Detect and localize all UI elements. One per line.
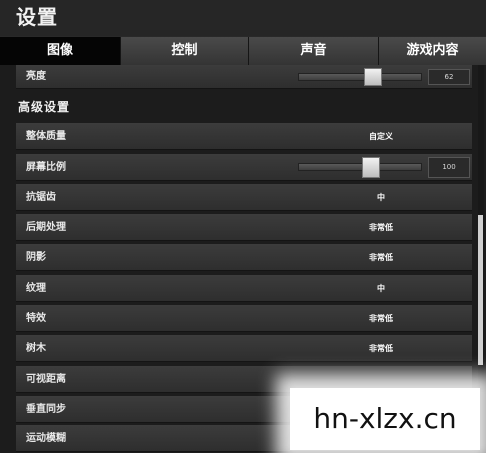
setting-value[interactable]: 非常低	[316, 335, 446, 362]
tab-label: 游戏内容	[406, 43, 459, 58]
scrollbar-thumb[interactable]	[478, 215, 483, 365]
setting-label: 后期处理	[26, 222, 66, 233]
tab-controls[interactable]: 控制	[120, 37, 248, 65]
setting-value[interactable]: 中	[316, 184, 446, 211]
brightness-value-box: 62	[428, 69, 470, 85]
section-title-advanced: 高级设置	[18, 100, 71, 114]
tab-bar: 图像 控制 声音 游戏内容	[0, 37, 486, 65]
tab-sound[interactable]: 声音	[248, 37, 378, 65]
setting-value[interactable]: 非常低	[316, 305, 446, 332]
setting-label: 阴影	[26, 252, 46, 263]
setting-label: 可视距离	[26, 374, 66, 385]
setting-row-anti-aliasing[interactable]: 抗锯齿 中	[16, 184, 472, 211]
tab-label: 声音	[300, 43, 327, 58]
screen-scale-slider-thumb[interactable]	[361, 157, 380, 178]
watermark-text: hn-xlzx.cn	[313, 402, 457, 435]
tab-game-content[interactable]: 游戏内容	[378, 37, 486, 65]
tab-graphics[interactable]: 图像	[0, 37, 120, 65]
setting-label: 特效	[26, 313, 46, 324]
setting-value[interactable]: 中	[316, 275, 446, 302]
setting-label: 整体质量	[26, 131, 66, 142]
brightness-slider-track[interactable]	[298, 73, 422, 81]
setting-value[interactable]: 非常低	[316, 244, 446, 271]
settings-screen: 设置 图像 控制 声音 游戏内容 亮度 62 高级设置 整体质量 自定义 屏幕比…	[0, 0, 486, 453]
header-bar: 设置	[0, 0, 486, 36]
setting-label: 纹理	[26, 283, 46, 294]
brightness-slider-thumb[interactable]	[363, 68, 382, 86]
setting-row-textures[interactable]: 纹理 中	[16, 275, 472, 302]
setting-label: 垂直同步	[26, 404, 66, 415]
setting-label: 亮度	[26, 71, 46, 82]
tab-label: 控制	[171, 43, 198, 58]
setting-label: 抗锯齿	[26, 192, 56, 203]
setting-row-foliage[interactable]: 树木 非常低	[16, 335, 472, 362]
setting-value[interactable]: 自定义	[316, 123, 446, 150]
screen-scale-value-box: 100	[428, 157, 470, 178]
setting-label: 树木	[26, 343, 46, 354]
page-title: 设置	[16, 5, 58, 29]
setting-row-overall-quality[interactable]: 整体质量 自定义	[16, 123, 472, 150]
setting-row-post-processing[interactable]: 后期处理 非常低	[16, 214, 472, 241]
watermark: hn-xlzx.cn	[290, 388, 480, 450]
setting-label: 运动模糊	[26, 433, 66, 444]
setting-label: 屏幕比例	[26, 162, 66, 173]
tab-label: 图像	[46, 43, 73, 58]
setting-row-brightness[interactable]: 亮度 62	[16, 65, 472, 89]
setting-value[interactable]: 非常低	[316, 214, 446, 241]
setting-row-screen-scale[interactable]: 屏幕比例 100	[16, 154, 472, 181]
setting-row-shadows[interactable]: 阴影 非常低	[16, 244, 472, 271]
setting-row-effects[interactable]: 特效 非常低	[16, 305, 472, 332]
screen-scale-slider-track[interactable]	[298, 163, 422, 171]
